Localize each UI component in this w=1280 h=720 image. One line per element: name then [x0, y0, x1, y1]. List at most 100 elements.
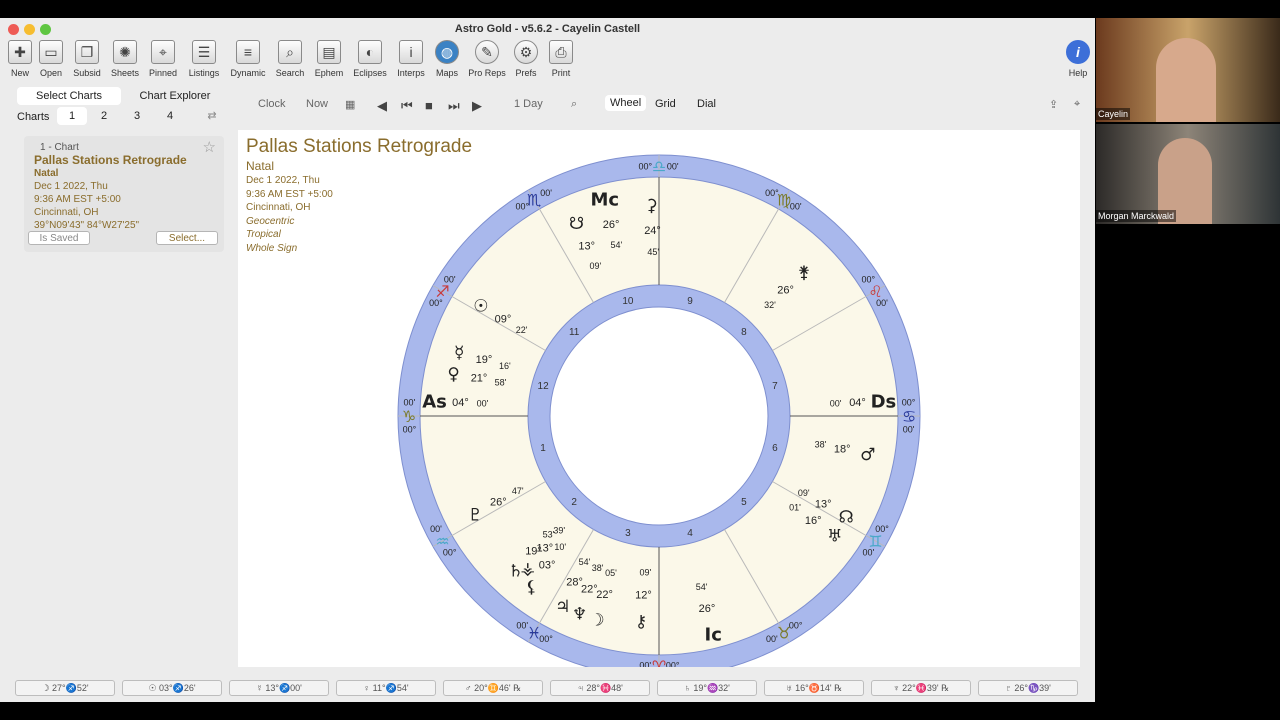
- status-uranus: ♅ 16°♉14' ℞: [764, 680, 864, 696]
- house-number-10: 10: [622, 296, 634, 307]
- chart-card[interactable]: 1 - Chart Pallas Stations Retrograde Nat…: [24, 136, 224, 252]
- planet-minute: 54': [696, 582, 708, 592]
- status-venus: ♀ 11°♐54': [336, 680, 436, 696]
- chart-slot-4[interactable]: 4: [155, 107, 185, 125]
- interps-icon: i: [399, 40, 423, 64]
- house-number-7: 7: [772, 381, 778, 392]
- planet-degree: 26°: [699, 603, 716, 615]
- info-icon: i: [1066, 40, 1090, 64]
- planet-degree: 26°: [490, 496, 507, 508]
- step-back-icon[interactable]: ◀: [377, 98, 387, 114]
- close-window-button[interactable]: [8, 24, 19, 35]
- status-saturn: ♄ 19°♒32': [657, 680, 757, 696]
- house-number-11: 11: [569, 327, 580, 338]
- clock-button[interactable]: Clock: [258, 98, 286, 110]
- minimize-window-button[interactable]: [24, 24, 35, 35]
- chart-slot-2[interactable]: 2: [89, 107, 119, 125]
- view-wheel-button[interactable]: Wheel: [605, 95, 647, 111]
- planet-glyph: ♇: [468, 506, 483, 526]
- pin-icon[interactable]: ⌖: [1074, 98, 1080, 111]
- planet-minute: 09': [798, 488, 810, 498]
- planet-minute: 00': [830, 399, 842, 409]
- sign-minute-label: 00': [667, 161, 679, 171]
- pinned-button[interactable]: ⌖ Pinned: [141, 40, 185, 78]
- subsid-icon: ❐: [75, 40, 99, 64]
- maps-button[interactable]: ◍ Maps: [425, 40, 469, 78]
- video-tile-participant-1: Cayelin: [1096, 18, 1280, 122]
- tab-select-charts[interactable]: Select Charts: [17, 87, 121, 105]
- house-number-5: 5: [741, 497, 747, 508]
- status-mars: ♂ 20°♊46' ℞: [443, 680, 543, 696]
- sign-minute-label: 00': [430, 524, 442, 534]
- step-size-select[interactable]: 1 Day: [514, 98, 543, 110]
- shuffle-icon[interactable]: ⇄: [201, 107, 223, 125]
- planet-glyph: ♂: [860, 445, 875, 465]
- planet-glyph: ☊: [839, 508, 854, 528]
- listings-button[interactable]: ☰ Listings: [182, 40, 226, 78]
- card-chart-type: Natal: [34, 168, 59, 179]
- search-button[interactable]: ⌕ Search: [268, 40, 312, 78]
- listings-icon: ☰: [192, 40, 216, 64]
- planet-degree: 16°: [805, 515, 822, 527]
- skip-forward-icon[interactable]: ⏭: [448, 98, 460, 114]
- planet-minute: 10': [554, 542, 566, 552]
- sign-minute-label: 00': [790, 202, 802, 212]
- sign-degree-label: 00°: [875, 524, 889, 534]
- view-dial-button[interactable]: Dial: [697, 98, 716, 110]
- search-icon[interactable]: ⌕: [571, 98, 577, 111]
- planet-glyph: Mc: [591, 190, 620, 211]
- help-button[interactable]: i Help: [1056, 40, 1100, 78]
- sign-glyph: ♋: [902, 407, 916, 426]
- planet-minute: 09': [639, 567, 651, 577]
- sign-degree-label: 00°: [861, 274, 875, 284]
- planet-minute: 22': [516, 325, 528, 335]
- planet-minute: 38': [815, 439, 827, 449]
- planet-glyph: ☉: [473, 297, 488, 317]
- dynamic-button[interactable]: ≡ Dynamic: [226, 40, 270, 78]
- status-moon: ☽ 27°♐52': [15, 680, 115, 696]
- calendar-icon[interactable]: ▦: [345, 98, 355, 111]
- chart-slot-1[interactable]: 1: [57, 107, 87, 125]
- gear-icon: ⚙: [514, 40, 538, 64]
- play-icon[interactable]: ▶: [472, 98, 482, 114]
- sign-degree-label: 00°: [902, 397, 916, 407]
- sign-degree-label: 00°: [429, 298, 443, 308]
- sign-degree-label: 00°: [638, 161, 652, 171]
- planet-degree: 26°: [777, 284, 794, 296]
- skip-back-icon[interactable]: ⏮: [401, 98, 413, 114]
- is-saved-button[interactable]: Is Saved: [28, 231, 90, 245]
- tab-chart-explorer[interactable]: Chart Explorer: [123, 87, 227, 105]
- zoom-window-button[interactable]: [40, 24, 51, 35]
- share-icon[interactable]: ⇪: [1049, 98, 1058, 111]
- house-number-3: 3: [625, 528, 631, 539]
- chart-slot-3[interactable]: 3: [122, 107, 152, 125]
- planet-minute: 54': [579, 557, 591, 567]
- printer-icon: ⎙: [549, 40, 573, 64]
- ephem-icon: ▤: [317, 40, 341, 64]
- open-icon: ▭: [39, 40, 63, 64]
- stop-icon[interactable]: ■: [425, 98, 433, 113]
- planet-glyph: ♀: [447, 364, 459, 384]
- view-grid-button[interactable]: Grid: [655, 98, 676, 110]
- planet-degree: 26°: [603, 219, 620, 231]
- sign-minute-label: 00': [404, 397, 416, 407]
- select-button[interactable]: Select...: [156, 231, 218, 245]
- status-sun: ☉ 03°♐26': [122, 680, 222, 696]
- print-button[interactable]: ⎙ Print: [539, 40, 583, 78]
- planet-degree: 19°: [476, 354, 493, 366]
- planet-glyph: ⚵: [798, 263, 810, 283]
- dynamic-icon: ≡: [236, 40, 260, 64]
- star-icon[interactable]: ☆: [203, 138, 216, 156]
- planet-degree: 09°: [495, 313, 512, 325]
- sign-minute-label: 00': [444, 274, 456, 284]
- search-icon: ⌕: [278, 40, 302, 64]
- eclipses-button[interactable]: ◐ Eclipses: [348, 40, 392, 78]
- sign-degree-label: 00°: [789, 620, 803, 630]
- now-button[interactable]: Now: [306, 98, 328, 110]
- sign-degree-label: 00°: [765, 188, 779, 198]
- pro-reps-button[interactable]: ✎ Pro Reps: [465, 40, 509, 78]
- ephem-button[interactable]: ▤ Ephem: [307, 40, 351, 78]
- card-date: Dec 1 2022, Thu: [34, 181, 108, 192]
- planet-degree: 18°: [834, 443, 851, 455]
- planet-minute: 05': [605, 568, 617, 578]
